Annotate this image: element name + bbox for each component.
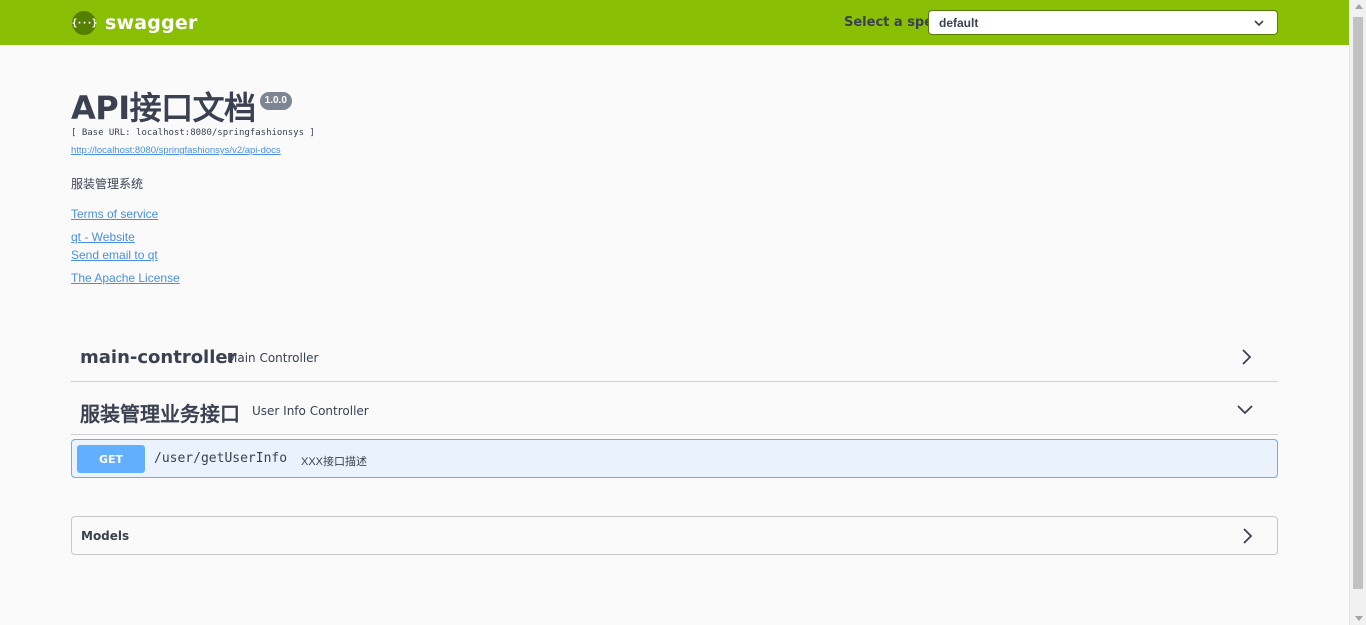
tag-name: 服装管理业务接口 — [80, 402, 240, 426]
vertical-scrollbar[interactable] — [1349, 0, 1366, 625]
scroll-up-arrow-icon[interactable] — [1355, 4, 1363, 9]
swagger-logo[interactable]: {···} swagger — [71, 11, 198, 35]
base-url: [ Base URL: localhost:8080/springfashion… — [71, 128, 315, 138]
tag-section-user-info[interactable]: 服装管理业务接口 User Info Controller — [71, 387, 1278, 435]
select-spec-label: Select a spec — [844, 15, 941, 30]
license-link[interactable]: The Apache License — [71, 271, 315, 285]
spec-select[interactable]: default — [928, 10, 1278, 35]
version-badge: 1.0.0 — [259, 92, 292, 110]
scroll-down-arrow-icon[interactable] — [1355, 616, 1363, 621]
models-section[interactable]: Models — [71, 516, 1278, 555]
operation-summary: XXX接口描述 — [301, 456, 368, 468]
chevron-right-icon[interactable] — [1241, 527, 1255, 545]
topbar: {···} swagger Select a spec default — [0, 0, 1349, 45]
tag-description: User Info Controller — [252, 404, 369, 418]
operation-get-user-info[interactable]: GET /user/getUserInfo XXX接口描述 — [71, 439, 1278, 478]
terms-of-service-link[interactable]: Terms of service — [71, 207, 315, 221]
scrollbar-thumb[interactable] — [1353, 17, 1363, 589]
api-title: API接口文档 — [71, 89, 256, 127]
chevron-down-icon — [1254, 20, 1264, 27]
models-label: Models — [81, 529, 130, 543]
api-description: 服装管理系统 — [71, 177, 144, 191]
api-info: API接口文档 1.0.0 [ Base URL: localhost:8080… — [71, 88, 315, 285]
chevron-down-icon[interactable] — [1236, 403, 1254, 417]
spec-select-value: default — [939, 15, 979, 30]
tag-section-main-controller[interactable]: main-controller Main Controller — [71, 334, 1278, 382]
contact-email-link[interactable]: Send email to qt — [71, 248, 315, 262]
operation-path: /user/getUserInfo — [154, 451, 288, 466]
api-docs-link[interactable]: http://localhost:8080/springfashionsys/v… — [71, 145, 315, 156]
method-badge-get: GET — [77, 445, 145, 473]
tag-name: main-controller — [80, 347, 237, 368]
swagger-logo-text: swagger — [105, 12, 198, 34]
tag-description: Main Controller — [227, 351, 319, 365]
swagger-logo-icon: {···} — [71, 11, 98, 35]
chevron-right-icon[interactable] — [1240, 348, 1254, 366]
contact-website-link[interactable]: qt - Website — [71, 230, 315, 244]
